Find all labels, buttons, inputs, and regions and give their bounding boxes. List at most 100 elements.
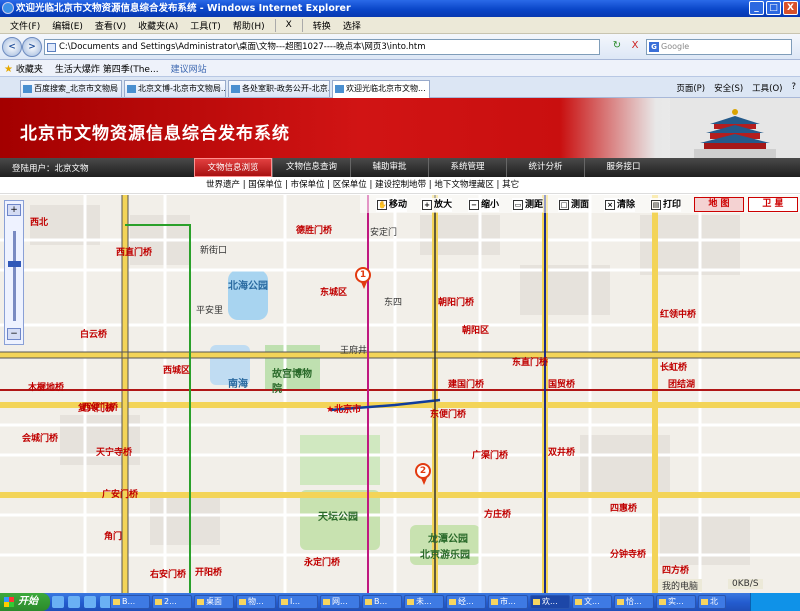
system-tray[interactable]: [750, 593, 800, 611]
quick-launch-icon[interactable]: [84, 596, 96, 608]
tab-gov[interactable]: 各处室职-政务公开-北京...: [228, 80, 330, 97]
zoom-slider-handle[interactable]: [8, 261, 21, 267]
menu-help[interactable]: 帮助(H): [227, 19, 271, 32]
print-button[interactable]: ▤ 打印: [650, 198, 682, 212]
favicon-icon: [335, 85, 344, 93]
map-pin-2[interactable]: 2: [415, 463, 431, 485]
taskbar-item[interactable]: 未...: [404, 595, 444, 609]
category-filter[interactable]: 世界遗产 | 国保单位 | 市保单位 | 区保单位 | 建设控制地带 | 地下文…: [0, 177, 800, 194]
address-input[interactable]: C:\Documents and Settings\Administrator\…: [44, 39, 600, 55]
label-nanhai: 南海: [228, 379, 248, 390]
favorites-button[interactable]: ★ 收藏夹: [4, 62, 43, 75]
measure-area-button[interactable]: □ 测面: [558, 198, 590, 212]
quick-launch-icon[interactable]: [52, 596, 64, 608]
taskbar-item[interactable]: 北: [698, 595, 726, 609]
address-toolbar: < > C:\Documents and Settings\Administra…: [0, 34, 800, 60]
clear-button[interactable]: × 清除: [604, 198, 636, 212]
maximize-button[interactable]: □: [766, 1, 781, 15]
label-guomao: 国贸桥: [548, 380, 576, 390]
measure-distance-button[interactable]: ▭ 测距: [512, 198, 544, 212]
search-input[interactable]: G Google: [646, 39, 792, 55]
map-mode-button[interactable]: 地 图: [694, 197, 744, 212]
taskbar-item[interactable]: B...: [362, 595, 402, 609]
nav-statistics[interactable]: 统计分析: [506, 158, 584, 177]
zoom-in-button[interactable]: +: [7, 204, 21, 216]
favorite-item[interactable]: 建议网站: [171, 62, 207, 75]
label-beihai: 北海公园: [228, 281, 268, 292]
label-dongbianmen: 东便门桥: [430, 410, 467, 420]
label-shuangjing: 双井桥: [548, 448, 576, 458]
area-icon: □: [559, 200, 569, 210]
select-button[interactable]: 选择: [337, 19, 367, 32]
label-longtan: 龙潭公园: [428, 534, 468, 545]
menu-favorites[interactable]: 收藏夹(A): [132, 19, 184, 32]
eraser-icon: ×: [605, 200, 615, 210]
taskbar-item[interactable]: 恰...: [614, 595, 654, 609]
menu-file[interactable]: 文件(F): [4, 19, 46, 32]
zoom-slider-track[interactable]: [13, 231, 16, 321]
label-xinjiekou: 新街口: [200, 246, 228, 256]
nav-service[interactable]: 服务接口: [584, 158, 662, 177]
back-button[interactable]: <: [2, 37, 22, 57]
taskbar-item[interactable]: B...: [110, 595, 150, 609]
taskbar-item[interactable]: 实...: [656, 595, 696, 609]
label-guangqumen: 广渠门桥: [472, 451, 509, 461]
pan-tool-button[interactable]: ✋ 移动: [376, 198, 408, 212]
status-zone: 我的电脑: [658, 579, 703, 592]
label-dongcheng: 东城区: [320, 288, 348, 298]
taskbar-item[interactable]: I...: [278, 595, 318, 609]
tab-beijing-wenbo[interactable]: 北京文博-北京市文物局...: [124, 80, 226, 97]
menu-bar: 文件(F) 编辑(E) 查看(V) 收藏夹(A) 工具(T) 帮助(H) X 转…: [0, 17, 800, 34]
menu-edit[interactable]: 编辑(E): [46, 19, 89, 32]
favicon-icon: [231, 85, 240, 93]
convert-button[interactable]: 转换: [307, 19, 337, 32]
label-xibei: 西北: [30, 218, 49, 228]
taskbar-item[interactable]: 桌面: [194, 595, 234, 609]
menu-view[interactable]: 查看(V): [89, 19, 132, 32]
zoom-out-tool-button[interactable]: − 缩小: [468, 198, 500, 212]
taskbar-item[interactable]: 物...: [236, 595, 276, 609]
taskbar-item[interactable]: 网...: [320, 595, 360, 609]
label-sifang: 四方桥: [662, 566, 690, 576]
taskbar-item[interactable]: 市...: [488, 595, 528, 609]
tab-baidu[interactable]: 百度搜索_北京市文物局: [20, 80, 122, 97]
site-title: 北京市文物资源信息综合发布系统: [20, 124, 290, 144]
page-menu[interactable]: 页面(P): [676, 82, 705, 94]
safety-menu[interactable]: 安全(S): [714, 82, 743, 94]
window-title: 欢迎光临北京市文物资源信息综合发布系统 - Windows Internet E…: [16, 3, 351, 14]
zoom-out-button[interactable]: −: [7, 328, 21, 340]
tools-menu[interactable]: 工具(O): [752, 82, 782, 94]
forward-button[interactable]: >: [22, 37, 42, 57]
minimize-button[interactable]: _: [749, 1, 764, 15]
satellite-mode-button[interactable]: 卫 星: [748, 197, 798, 212]
menu-close-x[interactable]: X: [280, 20, 298, 30]
start-button[interactable]: 开始: [0, 593, 50, 611]
nav-admin[interactable]: 系统管理: [428, 158, 506, 177]
help-menu[interactable]: ?: [791, 82, 796, 94]
refresh-icon[interactable]: ↻: [610, 39, 624, 54]
nav-browse[interactable]: 文物信息浏览: [194, 158, 272, 177]
menu-tools[interactable]: 工具(T): [184, 19, 227, 32]
label-xibianmen: 西便门桥: [82, 403, 119, 413]
label-chaoyang: 朝阳区: [462, 326, 490, 336]
zoom-in-tool-button[interactable]: + 放大: [421, 198, 453, 212]
favorite-item[interactable]: 生活大爆炸 第四季(The...: [55, 62, 159, 75]
windows-flag-icon: [4, 597, 14, 607]
taskbar-item[interactable]: 文...: [572, 595, 612, 609]
close-button[interactable]: X: [783, 1, 798, 15]
google-icon: G: [649, 42, 659, 52]
nav-approval[interactable]: 辅助审批: [350, 158, 428, 177]
quick-launch-icon[interactable]: [68, 596, 80, 608]
zoom-control[interactable]: + −: [4, 200, 24, 345]
label-gugong: 故宫博物院: [272, 369, 312, 395]
map-view[interactable]: + − ✋ 移动 + 放大 − 缩小 ▭ 测距 □ 测面 × 清除 ▤ 打印 地 图 卫 星 …: [0, 195, 800, 593]
nav-query[interactable]: 文物信息查询: [272, 158, 350, 177]
taskbar-item[interactable]: 2...: [152, 595, 192, 609]
label-muxidi: 木樨地桥: [28, 383, 65, 393]
taskbar-item-active[interactable]: 欢...: [530, 595, 570, 609]
printer-icon: ▤: [651, 200, 661, 210]
tab-active[interactable]: 欢迎光临北京市文物...: [332, 80, 430, 98]
map-pin-1[interactable]: 1: [355, 267, 371, 289]
stop-icon[interactable]: X: [628, 39, 642, 54]
taskbar-item[interactable]: 经...: [446, 595, 486, 609]
